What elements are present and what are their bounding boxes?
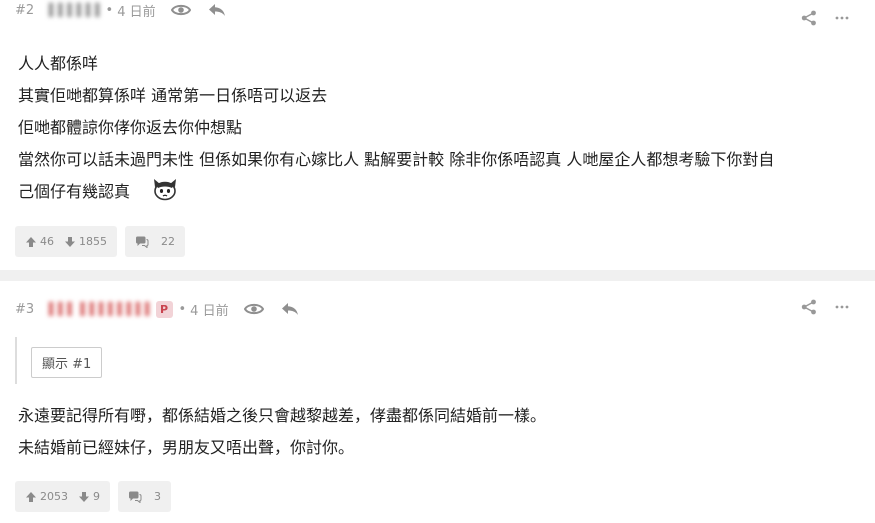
upvote-count: 46: [40, 235, 54, 248]
downvote-icon[interactable]: [78, 491, 90, 503]
upvote-icon[interactable]: [25, 236, 37, 248]
reply-count-pill[interactable]: 3: [118, 481, 171, 512]
quote-bar: [15, 337, 17, 384]
post-divider: [0, 270, 875, 281]
post-text-line: 未結婚前已經妹仔，男朋友又唔出聲，你討你。: [18, 438, 355, 457]
reply-icon[interactable]: [279, 299, 301, 319]
post-text-line: 永遠要記得所有嘢，都係結婚之後只會越黎越差，侾盡都係同結婚前一樣。: [18, 406, 547, 425]
post-number: #2: [15, 2, 35, 18]
post-3-actions: 2053 9 3: [15, 481, 179, 512]
more-icon[interactable]: [835, 16, 849, 20]
separator-dot: •: [105, 2, 114, 18]
downvote-count: 9: [93, 490, 100, 503]
post-3-meta: #3 ▐▐▐ ▐▐▐▐▐▐▐▐ P • 4 日前: [15, 299, 315, 319]
share-icon[interactable]: [801, 10, 817, 26]
post-date: 4 日前: [190, 303, 229, 319]
comment-bubble-icon: [135, 236, 149, 248]
comment-bubble-icon: [128, 491, 142, 503]
post-3-tools: [783, 299, 849, 315]
reply-count-pill[interactable]: 22: [125, 226, 185, 257]
post-2-meta: #2 ▐▐▐▐▐▐ • 4 日前: [15, 0, 242, 20]
post-text-line-wrap: 己個仔有幾認真: [18, 176, 858, 212]
username[interactable]: ▐▐▐▐▐▐: [44, 3, 99, 17]
post-2-tools: [783, 10, 849, 26]
username[interactable]: ▐▐▐ ▐▐▐▐▐▐▐▐: [44, 302, 149, 316]
premium-badge: P: [155, 300, 173, 318]
post-2-body: 人人都係咩 其實佢哋都算係咩 通常第一日係唔可以返去 佢哋都體諒你侾你返去你仲想…: [18, 48, 858, 212]
post-text-line: 人人都係咩: [18, 54, 99, 73]
eye-icon[interactable]: [170, 0, 192, 20]
upvote-icon[interactable]: [25, 491, 37, 503]
vote-pill: 46 1855: [15, 226, 117, 257]
eye-icon[interactable]: [243, 299, 265, 319]
upvote-count: 2053: [40, 490, 68, 503]
post-2-actions: 46 1855 22: [15, 226, 193, 257]
cat-emoji-icon: [152, 177, 178, 212]
downvote-count: 1855: [79, 235, 107, 248]
separator-dot: •: [178, 301, 187, 317]
post-number: #3: [15, 301, 35, 317]
downvote-icon[interactable]: [64, 236, 76, 248]
post-text-line: 其實佢哋都算係咩 通常第一日係唔可以返去: [18, 86, 328, 105]
post-text-line: 己個仔有幾認真: [18, 182, 131, 201]
post-3-body: 永遠要記得所有嘢，都係結婚之後只會越黎越差，侾盡都係同結婚前一樣。 未結婚前已經…: [18, 400, 858, 464]
show-quote-button[interactable]: 顯示 #1: [31, 347, 103, 378]
reply-count: 22: [161, 235, 175, 248]
vote-pill: 2053 9: [15, 481, 110, 512]
reply-count: 3: [154, 490, 161, 503]
share-icon[interactable]: [801, 299, 817, 315]
post-text-line: 佢哋都體諒你侾你返去你仲想點: [18, 118, 243, 137]
post-text-line: 當然你可以話未過門未性 但係如果你有心嫁比人 點解要計較 除非你係唔認真 人哋屋…: [18, 150, 775, 169]
post-date: 4 日前: [117, 4, 156, 20]
reply-icon[interactable]: [206, 0, 228, 20]
more-icon[interactable]: [835, 305, 849, 309]
